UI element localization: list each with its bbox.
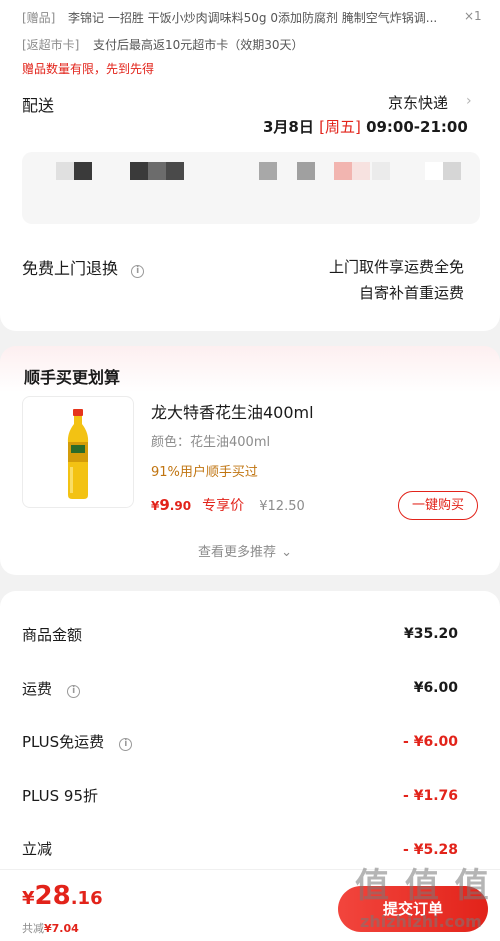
plus-free-freight-value: - ¥6.00 [403, 734, 458, 750]
chevron-right-icon: › [466, 93, 472, 109]
goods-amount-label: 商品金额 [22, 626, 83, 644]
rebate-text: 支付后最高返10元超市卡（效期30天） [93, 38, 304, 52]
product-price: ¥9.90 [151, 496, 192, 514]
product-spec: 颜色：花生油400ml [151, 435, 271, 450]
chevron-down-icon: ⌄ [281, 545, 293, 560]
freight-row: 运费 i [22, 678, 81, 699]
goods-amount-value: ¥35.20 [403, 626, 458, 642]
info-icon[interactable]: i [119, 738, 133, 751]
info-icon[interactable]: i [67, 685, 81, 698]
product-buy-rate: 91%用户顺手买过 [151, 465, 258, 480]
one-click-buy-button[interactable]: 一键购买 [398, 491, 478, 520]
return-service-line2: 自寄补首重运费 [358, 284, 464, 302]
gift-limited-notice: 赠品数量有限，先到先得 [22, 62, 155, 76]
delivery-carrier: 京东快递 [388, 94, 449, 112]
rebate-tag: [返超市卡] [22, 38, 80, 52]
plus-free-freight-label: PLUS免运费 [22, 733, 105, 751]
recommend-card: 顺手买更划算 龙大特香花生油400ml 颜色：花生油400ml 91%用户顺手买… [0, 346, 500, 575]
plus-discount-value: - ¥1.76 [403, 788, 458, 804]
freight-value: ¥6.00 [413, 680, 458, 696]
recommend-title: 顺手买更划算 [24, 368, 121, 387]
delivery-label: 配送 [22, 96, 55, 115]
total-saved: 共减¥7.04 [22, 922, 79, 935]
instant-discount-label: 立减 [22, 840, 53, 858]
gift-quantity: ×1 [464, 9, 482, 23]
info-icon[interactable]: i [131, 265, 145, 278]
product-price-row: ¥9.90 专享价 ¥12.50 [151, 495, 305, 515]
return-service-label: 免费上门退换 [22, 259, 119, 278]
address-redacted-block [22, 152, 480, 224]
gift-tag: [赠品] [22, 11, 56, 25]
gift-item-text: 李锦记 一招胜 干饭小炒肉调味料50g 0添加防腐剂 腌制空气炸锅调... [68, 11, 438, 25]
watermark-logo: 值 值 值 [355, 866, 491, 906]
plus-discount-label: PLUS 95折 [22, 787, 99, 805]
freight-label: 运费 [22, 680, 53, 698]
original-price: ¥12.50 [259, 499, 305, 514]
delivery-time[interactable]: 3月8日 [周五] 09:00-21:00 [263, 116, 468, 137]
oil-bottle-image [67, 409, 89, 499]
watermark-site: zhizhizhi.com [360, 912, 482, 931]
plus-free-freight-row: PLUS免运费 i [22, 731, 133, 752]
delivery-time-range: 09:00-21:00 [366, 118, 468, 136]
exclusive-price-tag: 专享价 [202, 498, 245, 514]
more-recommend-link[interactable]: 查看更多推荐 ⌄ [198, 541, 292, 560]
product-name[interactable]: 龙大特香花生油400ml [151, 399, 314, 423]
order-total: ¥28.16 [22, 881, 103, 911]
delivery-weekday: [周五] [319, 118, 361, 136]
delivery-row[interactable]: 配送 京东快递 › [0, 88, 500, 116]
product-thumbnail[interactable] [22, 396, 134, 508]
return-service-row[interactable]: 免费上门退换 i [22, 255, 145, 279]
return-service-line1: 上门取件享运费全免 [328, 258, 464, 276]
delivery-date: 3月8日 [263, 118, 314, 136]
instant-discount-value: - ¥5.28 [403, 842, 458, 858]
